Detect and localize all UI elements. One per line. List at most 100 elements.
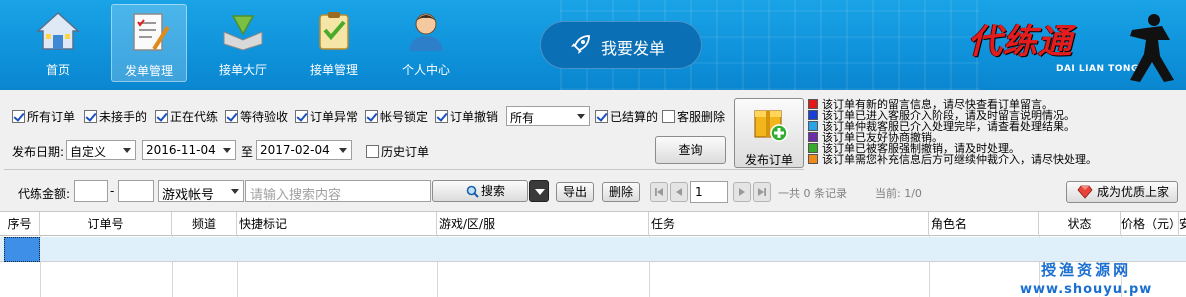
filter-all-orders[interactable]: 所有订单 [12,108,75,124]
filter-settled-label: 已结算的 [610,109,659,124]
first-page-button[interactable] [650,182,668,202]
top-navigation-bar: 首页 发单管理 接单大厅 接单管理 个人中心 我要发单 代练通 DAI LIAN… [0,0,1186,90]
legend-swatch-blue [808,110,818,120]
nav-take-order-management-label: 接单管理 [309,63,358,77]
amount-max-input[interactable] [118,180,154,202]
col-order-number[interactable]: 订单号 [40,212,172,236]
chevron-down-icon [223,148,231,153]
search-field-select[interactable]: 游戏帐号 [158,180,244,203]
col-game-server[interactable]: 游戏/区/服 [437,212,649,236]
legend-swatch-purple [808,132,818,142]
user-icon [409,13,443,51]
next-page-icon [739,188,745,196]
delete-button[interactable]: 删除 [602,182,640,202]
become-premium-seller-button[interactable]: 成为优质上家 [1066,181,1178,203]
legend-swatch-light-blue [808,121,818,131]
nav-order-management[interactable]: 发单管理 [111,4,187,82]
col-role-name[interactable]: 角色名 [929,212,1039,236]
last-page-button[interactable] [753,182,771,202]
order-list-icon [133,13,170,51]
search-options-dropdown[interactable] [529,180,549,202]
amount-min-input[interactable] [74,180,108,202]
record-count: 一共 0 条记录 [778,187,847,200]
status-select[interactable]: 所有 [506,106,590,126]
logo-text: 代练通 [968,22,1073,62]
amount-label: 代练金额: [18,187,71,201]
date-label: 发布日期: [12,145,65,159]
col-status[interactable]: 状态 [1039,212,1121,236]
chevron-down-icon [577,114,585,119]
col-truncated[interactable]: 安 [1179,212,1186,236]
search-input[interactable]: 请输入搜索内容 [245,180,431,203]
prev-page-icon [676,188,682,196]
col-quick-tag[interactable]: 快捷标记 [237,212,437,236]
kungfu-figure-icon [1130,14,1174,82]
search-button[interactable]: 搜索 [432,180,528,202]
publish-order-label: 发布订单 [744,153,793,167]
filter-in-progress[interactable]: 正在代练 [155,108,218,124]
col-price[interactable]: 价格（元） [1121,212,1179,236]
col-index[interactable]: 序号 [0,212,40,236]
current-page-indicator: 当前: 1/0 [875,187,922,200]
filter-all-orders-label: 所有订单 [27,109,76,124]
filter-order-exception[interactable]: 订单异常 [295,108,358,124]
page-number-input[interactable]: 1 [690,181,728,203]
nav-order-management-label: 发单管理 [124,64,173,78]
filter-awaiting-acceptance[interactable]: 等待验收 [225,108,288,124]
checkbox-unchecked[interactable] [662,109,675,123]
nav-take-order-management[interactable]: 接单管理 [296,4,372,82]
col-channel[interactable]: 频道 [172,212,237,236]
search-button-label: 搜索 [481,184,506,198]
filter-history-orders[interactable]: 历史订单 [366,143,429,159]
watermark-line2: www.shouyu.pw [1020,282,1153,297]
filter-not-taken[interactable]: 未接手的 [84,108,147,124]
date-from-picker[interactable]: 2016-11-04 [142,140,236,160]
chevron-down-icon [535,189,545,195]
publish-order-top-button[interactable]: 我要发单 [540,21,702,69]
date-to-picker[interactable]: 2017-02-04 [256,140,352,160]
table-row[interactable] [0,237,1186,262]
legend-swatch-orange [808,154,818,164]
filter-cs-deleted[interactable]: 客服删除 [662,108,725,124]
prev-page-button[interactable] [670,182,688,202]
filter-in-progress-label: 正在代练 [170,109,219,124]
watermark-line1: 授渔资源网 [1041,261,1132,279]
chevron-down-icon [339,148,347,153]
export-button[interactable]: 导出 [556,182,594,202]
checkbox-checked[interactable] [295,109,308,123]
checkbox-checked[interactable] [12,109,25,123]
checkbox-unchecked[interactable] [366,144,379,158]
filter-awaiting-acceptance-label: 等待验收 [240,109,289,124]
publish-order-button[interactable]: 发布订单 [734,98,804,168]
filter-account-locked-label: 帐号锁定 [380,109,429,124]
next-page-button[interactable] [733,182,751,202]
date-from-value: 2016-11-04 [146,143,216,157]
legend-swatch-green [808,143,818,153]
checkbox-checked[interactable] [365,109,378,123]
date-mode-select[interactable]: 自定义 [66,140,136,160]
nav-order-hall[interactable]: 接单大厅 [205,4,281,82]
selected-cell[interactable] [4,237,40,262]
checkbox-checked[interactable] [84,109,97,123]
publish-order-top-label: 我要发单 [601,39,666,58]
checkbox-checked[interactable] [155,109,168,123]
nav-personal-center[interactable]: 个人中心 [388,4,464,82]
search-field-value: 游戏帐号 [162,188,215,203]
date-mode-value: 自定义 [70,145,107,159]
filter-cs-deleted-label: 客服删除 [677,109,726,124]
col-task[interactable]: 任务 [649,212,929,236]
filter-order-revoked[interactable]: 订单撤销 [435,108,498,124]
date-to-label: 至 [241,145,254,159]
legend-swatch-red [808,99,818,109]
query-button[interactable]: 查询 [655,136,726,164]
amount-dash: - [110,184,115,198]
filter-account-locked[interactable]: 帐号锁定 [365,108,428,124]
chevron-down-icon [123,148,131,153]
checkbox-checked[interactable] [595,109,608,123]
filter-settled[interactable]: 已结算的 [595,108,658,124]
home-icon [36,11,80,50]
legend-text: 该订单需您补充信息后方可继续仲裁介入，请尽快处理。 [822,153,1097,166]
nav-home[interactable]: 首页 [20,4,96,82]
checkbox-checked[interactable] [225,109,238,123]
checkbox-checked[interactable] [435,109,448,123]
